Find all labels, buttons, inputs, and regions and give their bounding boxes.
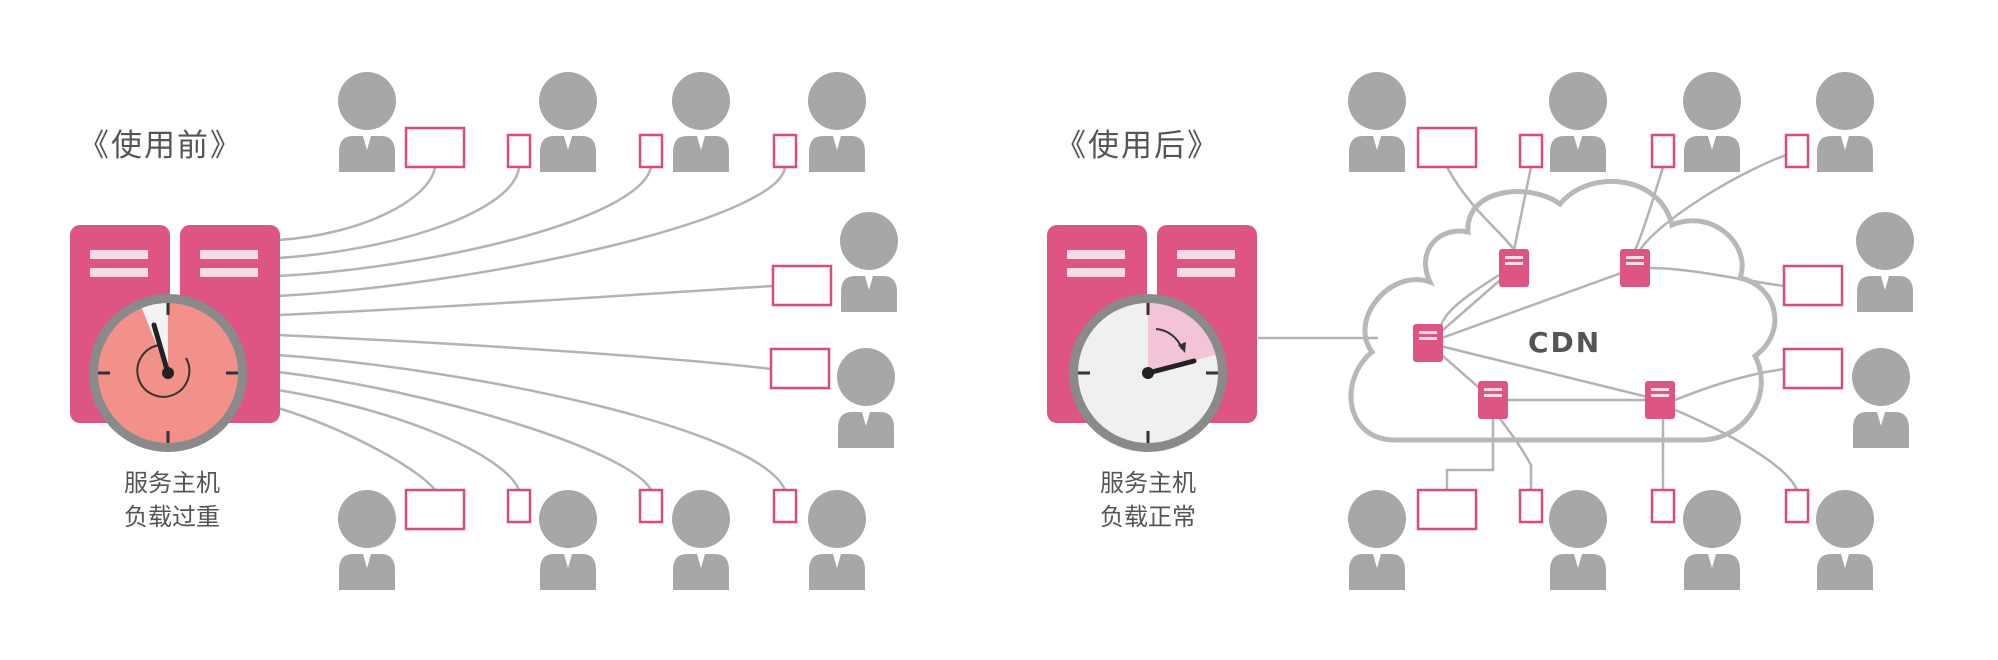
cdn-node-icon-4	[1478, 381, 1508, 419]
after-user-icon-9	[1683, 490, 1741, 590]
after-user-icon-6	[1852, 348, 1910, 448]
cdn-node-icon-3	[1413, 324, 1443, 362]
before-connection-line-7	[277, 353, 787, 491]
cdn-node-icon-1	[1499, 249, 1529, 287]
before-device-1	[404, 126, 466, 169]
after-user-icon-4	[1816, 72, 1874, 172]
after-server-label: 服务主机 负载正常	[1048, 466, 1248, 534]
before-device-2	[506, 133, 532, 169]
after-user-icon-10	[1816, 490, 1874, 590]
before-connection-line-10	[277, 406, 436, 491]
cdn-user-line-2	[1512, 166, 1533, 251]
after-device-6	[1782, 347, 1844, 390]
cdn-node-icon-5	[1645, 381, 1675, 419]
before-user-icon-1	[338, 72, 396, 172]
after-user-icon-5	[1856, 212, 1914, 312]
before-connection-line-8	[277, 370, 653, 491]
after-device-1	[1416, 126, 1478, 169]
before-device-3	[638, 133, 664, 169]
before-device-7	[404, 488, 466, 531]
before-device-4	[772, 133, 798, 169]
after-title: 《使用后》	[1055, 128, 1220, 164]
before-server-label: 服务主机 负载过重	[72, 466, 272, 534]
before-connection-line-4	[277, 166, 787, 298]
before-user-icon-3	[672, 72, 730, 172]
after-user-icon-2	[1549, 72, 1607, 172]
cdn-user-line-6	[1674, 367, 1785, 402]
cdn-label: CDN	[1528, 326, 1602, 359]
cdn-node-icon-2	[1620, 249, 1650, 287]
after-user-icon-1	[1348, 72, 1406, 172]
after-device-8	[1518, 488, 1544, 524]
before-connection-line-3	[277, 166, 653, 278]
before-device-6	[769, 347, 831, 390]
after-user-icon-3	[1683, 72, 1741, 172]
cdn-user-line-7	[1445, 419, 1495, 490]
normal-clock-icon	[1069, 294, 1227, 452]
cdn-user-line-8	[1499, 418, 1533, 490]
after-device-7	[1416, 488, 1478, 531]
after-device-9	[1650, 488, 1676, 524]
overload-clock-icon	[89, 294, 247, 452]
after-device-2	[1518, 133, 1544, 169]
before-device-8	[506, 488, 532, 524]
after-server-label-line2: 负载正常	[1100, 503, 1196, 531]
after-server-label-line1: 服务主机	[1100, 469, 1196, 497]
after-device-5	[1782, 264, 1844, 307]
before-user-icon-4	[808, 72, 866, 172]
after-device-10	[1784, 488, 1810, 524]
before-user-icon-9	[672, 490, 730, 590]
before-user-icon-2	[539, 72, 597, 172]
before-user-icon-8	[539, 490, 597, 590]
before-server-label-line2: 负载过重	[124, 503, 220, 531]
before-device-9	[638, 488, 664, 524]
cdn-user-line-5	[1649, 266, 1785, 288]
cdn-user-line-11	[1438, 273, 1500, 344]
before-user-icon-7	[338, 490, 396, 590]
before-user-icon-5	[840, 212, 898, 312]
before-device-10	[772, 488, 798, 524]
after-user-icon-7	[1348, 490, 1406, 590]
after-user-icon-8	[1549, 490, 1607, 590]
before-connection-line-1	[277, 166, 437, 242]
before-connection-line-9	[277, 388, 521, 491]
before-connection-line-6	[277, 333, 772, 371]
before-device-5	[771, 264, 833, 307]
after-device-4	[1784, 133, 1810, 169]
cdn-user-line-1	[1445, 166, 1516, 251]
before-server-label-line1: 服务主机	[124, 469, 220, 497]
cdn-comparison-diagram	[70, 72, 1914, 590]
after-device-3	[1650, 133, 1676, 169]
before-connection-line-2	[277, 166, 521, 260]
cdn-user-line-10	[1674, 408, 1799, 491]
before-user-icon-6	[837, 348, 895, 448]
before-title: 《使用前》	[78, 128, 243, 164]
before-user-icon-10	[808, 490, 866, 590]
